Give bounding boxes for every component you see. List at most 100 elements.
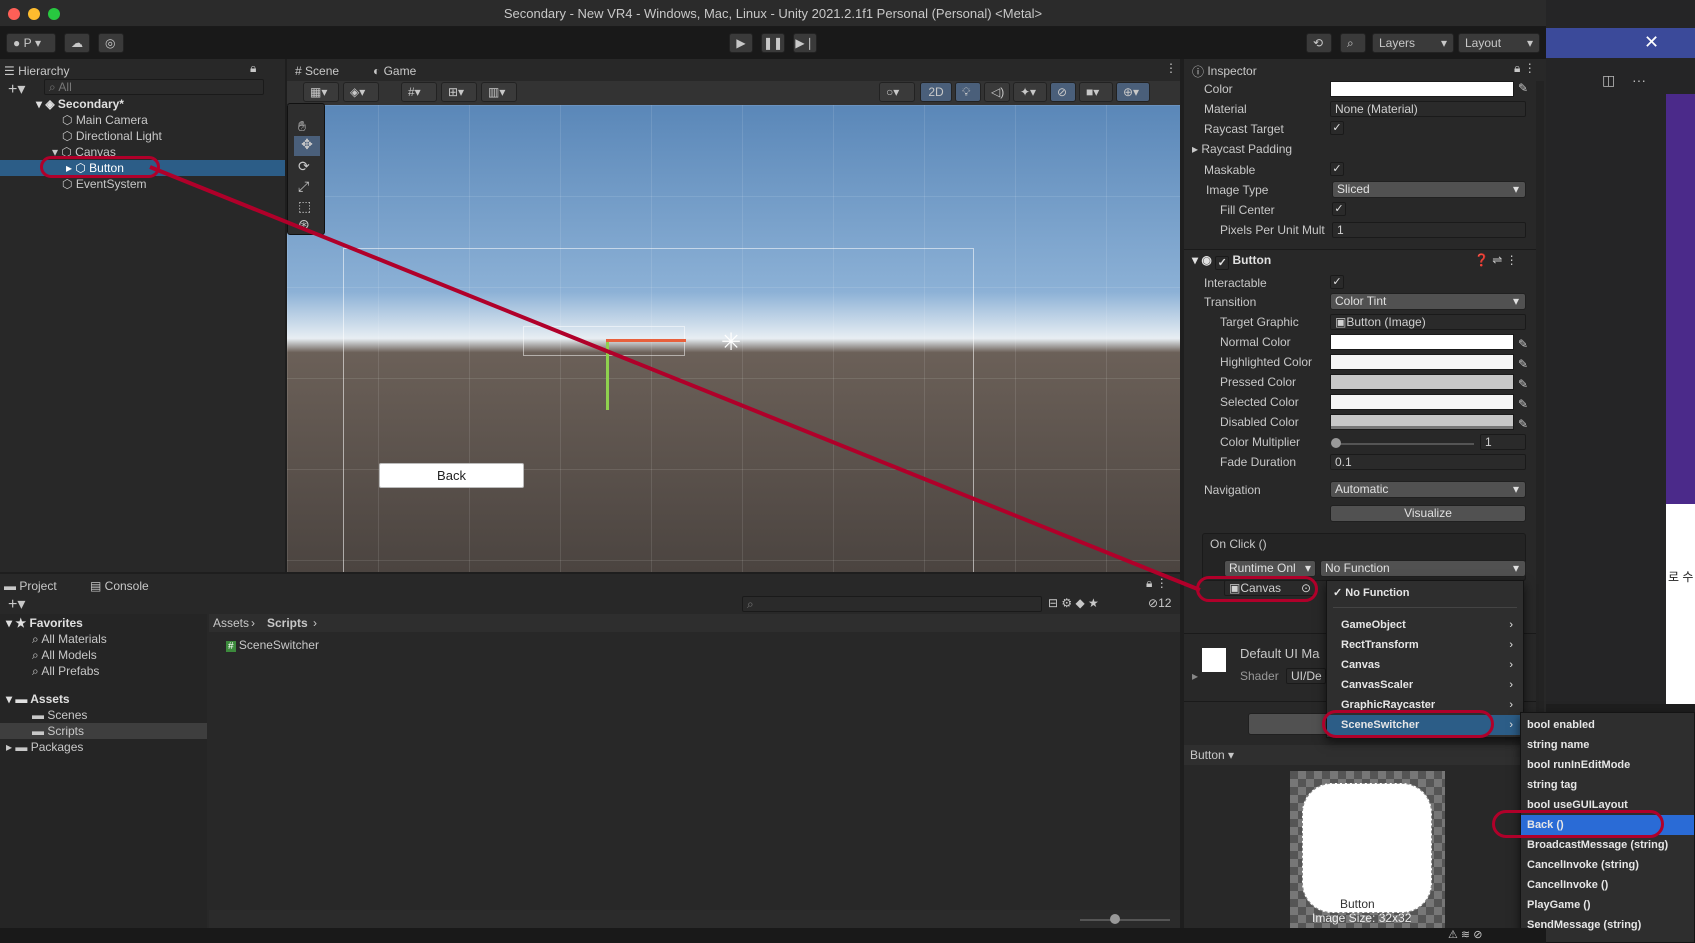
file-item[interactable]: # SceneSwitcher [226, 638, 319, 652]
color-multiplier-thumb[interactable] [1331, 438, 1341, 448]
toggle-2d-button[interactable]: 2D [920, 82, 952, 102]
pressed-color-swatch[interactable] [1330, 374, 1514, 390]
color-multiplier-field[interactable]: 1 [1480, 434, 1526, 450]
submenu-item[interactable]: bool runInEditMode [1521, 755, 1694, 775]
menu-item-no-function[interactable]: ✓ No Function [1327, 583, 1523, 603]
submenu-item[interactable]: string name [1521, 735, 1694, 755]
panel-menu-icon[interactable]: ⋮ [1165, 61, 1177, 75]
favorite-item[interactable]: ⌕ All Materials [32, 632, 107, 647]
close-icon[interactable]: ✕ [1644, 32, 1659, 53]
fill-center-checkbox[interactable]: ✓ [1332, 202, 1346, 216]
layout-dropdown[interactable]: Layout ▾ [1458, 33, 1540, 53]
breadcrumb-assets[interactable]: Assets [213, 616, 249, 630]
submenu-item[interactable]: string tag [1521, 775, 1694, 795]
interactable-checkbox[interactable]: ✓ [1330, 275, 1344, 289]
color-multiplier-slider[interactable] [1334, 443, 1474, 445]
favorites-node[interactable]: ▾ ★ Favorites [6, 616, 83, 630]
runtime-dropdown[interactable]: Runtime Onl ▾ [1224, 560, 1316, 577]
history-icon[interactable]: ⟲ [1306, 33, 1332, 53]
breadcrumb-scripts[interactable]: Scripts [267, 616, 308, 630]
lighting-icon[interactable]: 💡︎ [955, 82, 981, 102]
target-graphic-field[interactable]: ▣Button (Image) [1330, 314, 1526, 330]
scene-root[interactable]: ▾ ◈ Secondary* [36, 97, 124, 111]
audio-icon[interactable]: ◁) [984, 82, 1010, 102]
rect-tool-icon[interactable]: ⬚ [298, 198, 311, 215]
tab-console[interactable]: ▤ Console [90, 576, 149, 596]
hidden-objects-icon[interactable]: ⊘ [1050, 82, 1076, 102]
component-options-icons[interactable]: ❓ ⇌ ⋮ [1474, 253, 1518, 267]
highlighted-color-swatch[interactable] [1330, 354, 1514, 370]
hand-tool-icon[interactable]: ✋︎ [298, 118, 306, 135]
split-editor-icon[interactable]: ◫ [1602, 72, 1615, 89]
preview-dropdown[interactable]: Button ▾ [1190, 748, 1234, 762]
hierarchy-search-input[interactable]: ⌕ All [44, 79, 264, 95]
tab-hierarchy[interactable]: ☰ Hierarchy [4, 61, 69, 81]
cloud-icon[interactable]: ☁ [64, 33, 90, 53]
selected-color-swatch[interactable] [1330, 394, 1514, 410]
camera-icon[interactable]: ■▾ [1079, 82, 1113, 102]
transition-dropdown[interactable]: Color Tint ▾ [1330, 293, 1526, 310]
submenu-item[interactable]: CancelInvoke (string) [1521, 855, 1694, 875]
favorite-item[interactable]: ⌕ All Prefabs [32, 664, 99, 679]
search-filter-icons[interactable]: ⊟ ⚙ ◆ ★ [1048, 596, 1099, 610]
button-component-header[interactable]: ▾ ◉ ✓ Button [1192, 253, 1271, 270]
grid-snap-icon[interactable]: #▾ [401, 82, 437, 102]
gizmos-icon[interactable]: ⊕▾ [1116, 82, 1150, 102]
disabled-color-swatch[interactable] [1330, 414, 1514, 430]
draw-mode-icon[interactable]: ▦▾ [303, 82, 339, 102]
collab-icon[interactable]: ◎ [98, 33, 124, 53]
pause-button[interactable]: ❚❚ [761, 33, 785, 53]
raycast-padding-foldout[interactable]: ▸ Raycast Padding [1192, 142, 1292, 156]
ppu-field[interactable]: 1 [1332, 222, 1526, 238]
lock-icon[interactable]: 🔒︎ ⋮ [1514, 61, 1536, 76]
shading-icon[interactable]: ◈▾ [343, 82, 379, 102]
material-foldout[interactable]: ▸ [1192, 669, 1198, 683]
navigation-dropdown[interactable]: Automatic ▾ [1330, 481, 1526, 498]
scale-tool-icon[interactable]: ⤢ [298, 178, 309, 195]
render-mode-icon[interactable]: ○▾ [879, 82, 915, 102]
tab-scene[interactable]: # Scene [295, 61, 339, 81]
menu-item-recttransform[interactable]: RectTransform › [1327, 635, 1523, 655]
folder-item[interactable]: ▬ Scripts [32, 724, 84, 738]
move-tool-icon[interactable]: ✥ [294, 136, 320, 156]
layers-dropdown[interactable]: Layers ▾ [1372, 33, 1454, 53]
color-swatch[interactable] [1330, 81, 1514, 97]
search-icon[interactable]: ⌕ [1340, 33, 1366, 53]
packages-node[interactable]: ▸ ▬ Packages [6, 740, 83, 754]
submenu-item[interactable]: SendMessage (string) [1521, 915, 1694, 935]
raycast-target-checkbox[interactable]: ✓ [1330, 121, 1344, 135]
transform-tool-icon[interactable]: ⊛ [298, 216, 310, 233]
folder-item[interactable]: ▬ Scenes [32, 708, 87, 722]
tab-game[interactable]: ◐ Game [373, 61, 416, 81]
project-search-input[interactable]: ⌕ [742, 596, 1042, 612]
zoom-slider-thumb[interactable] [1110, 914, 1120, 924]
tab-inspector[interactable]: ⓘ Inspector [1192, 61, 1257, 81]
submenu-item[interactable]: BroadcastMessage (string) [1521, 835, 1694, 855]
lock-icon[interactable]: 🔒︎ ⋮ [1146, 576, 1168, 591]
hidden-packages-icon[interactable]: ⊘12 [1148, 596, 1171, 610]
status-icons[interactable]: ⚠ ≋ ⊘ [1448, 928, 1482, 941]
step-button[interactable]: ▶❘ [793, 33, 817, 53]
play-button[interactable]: ▶ [729, 33, 753, 53]
increment-snap-icon[interactable]: ⊞▾ [441, 82, 477, 102]
x-axis-handle[interactable] [606, 339, 686, 342]
add-icon[interactable]: +▾ [8, 79, 25, 99]
menu-item-canvasscaler[interactable]: CanvasScaler › [1327, 675, 1523, 695]
ruler-icon[interactable]: ▥▾ [481, 82, 517, 102]
maskable-checkbox[interactable]: ✓ [1330, 162, 1344, 176]
lock-icon[interactable]: 🔒︎ [250, 61, 256, 76]
eyedropper-icons[interactable]: ✎ ✎ ✎ ✎ ✎ [1518, 334, 1528, 434]
submenu-item[interactable]: PlayGame () [1521, 895, 1694, 915]
account-dropdown[interactable]: ● P ▾ [6, 33, 56, 53]
hierarchy-item-eventsystem[interactable]: ⬡ EventSystem [62, 177, 147, 191]
fade-duration-field[interactable]: 0.1 [1330, 454, 1526, 470]
more-icon[interactable]: ··· [1632, 72, 1646, 88]
function-dropdown[interactable]: No Function ▾ [1320, 560, 1526, 577]
menu-item-gameobject[interactable]: GameObject › [1327, 615, 1523, 635]
button-enabled-checkbox[interactable]: ✓ [1215, 256, 1230, 270]
normal-color-swatch[interactable] [1330, 334, 1514, 350]
visualize-button[interactable]: Visualize [1330, 505, 1526, 522]
eyedropper-icon[interactable]: ✎ [1518, 81, 1528, 95]
hierarchy-item-main-camera[interactable]: ⬡ Main Camera [62, 113, 148, 127]
hierarchy-item-directional-light[interactable]: ⬡ Directional Light [62, 129, 162, 143]
